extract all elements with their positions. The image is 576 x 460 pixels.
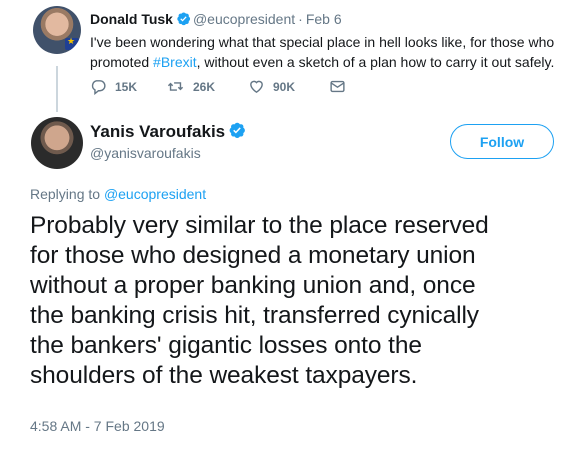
tweet-text-line: shoulders of the weakest taxpayers. <box>30 362 418 389</box>
message-icon <box>330 80 345 93</box>
like-icon <box>250 80 263 94</box>
tweet-text-line: the banking crisis hit, transferred cyni… <box>30 302 479 329</box>
parent-tweet-text: I've been wondering what that special pl… <box>90 32 570 72</box>
retweet-button[interactable]: 26K <box>166 78 215 95</box>
retweet-count: 26K <box>193 79 216 94</box>
eu-flag-icon <box>65 36 79 50</box>
reply-icon <box>91 80 106 95</box>
retweet-icon <box>167 82 184 91</box>
reply-count: 15K <box>115 79 138 94</box>
follow-button[interactable]: Follow <box>450 124 554 159</box>
replying-to: Replying to @eucopresident <box>30 186 206 202</box>
like-count: 90K <box>273 79 296 94</box>
tweet-text-line: the bankers' gigantic losses onto the <box>30 332 422 359</box>
tweet-text: Probably very similar to the place reser… <box>30 211 570 391</box>
tweet-timestamp[interactable]: 4:58 AM - 7 Feb 2019 <box>30 418 165 434</box>
like-button[interactable]: 90K <box>248 78 295 95</box>
direct-message-button[interactable] <box>329 78 354 95</box>
replying-prefix: Replying to <box>30 186 104 202</box>
avatar[interactable] <box>31 117 83 169</box>
author-name[interactable]: Donald Tusk <box>90 11 173 27</box>
author-name-row: Yanis Varoufakis <box>90 121 248 144</box>
verified-badge-icon <box>228 121 246 144</box>
tweet-date[interactable]: Feb 6 <box>306 11 342 27</box>
parent-tweet: Donald Tusk @eucopresident·Feb 6 I've bee… <box>0 0 576 110</box>
reply-button[interactable]: 15K <box>90 78 137 95</box>
avatar[interactable] <box>33 6 81 54</box>
author-handle[interactable]: @yanisvaroufakis <box>90 145 201 161</box>
parent-tweet-header: Donald Tusk @eucopresident · Feb 6 <box>90 11 342 29</box>
tweet-text-part: , without even a sketch of a plan how to… <box>196 54 555 70</box>
tweet-text-line: without a proper banking union and, once <box>30 272 476 299</box>
replying-handle-link[interactable]: @eucopresident <box>104 186 206 202</box>
verified-badge-icon <box>176 11 191 29</box>
tweet-text-line: Probably very similar to the place reser… <box>30 212 489 239</box>
tweet-text-line: for those who designed a monetary union <box>30 242 476 269</box>
author-name[interactable]: Yanis Varoufakis <box>90 122 225 141</box>
separator-dot: · <box>298 11 303 27</box>
author-handle[interactable]: @eucopresident <box>193 11 295 27</box>
hashtag-link[interactable]: #Brexit <box>153 54 197 70</box>
